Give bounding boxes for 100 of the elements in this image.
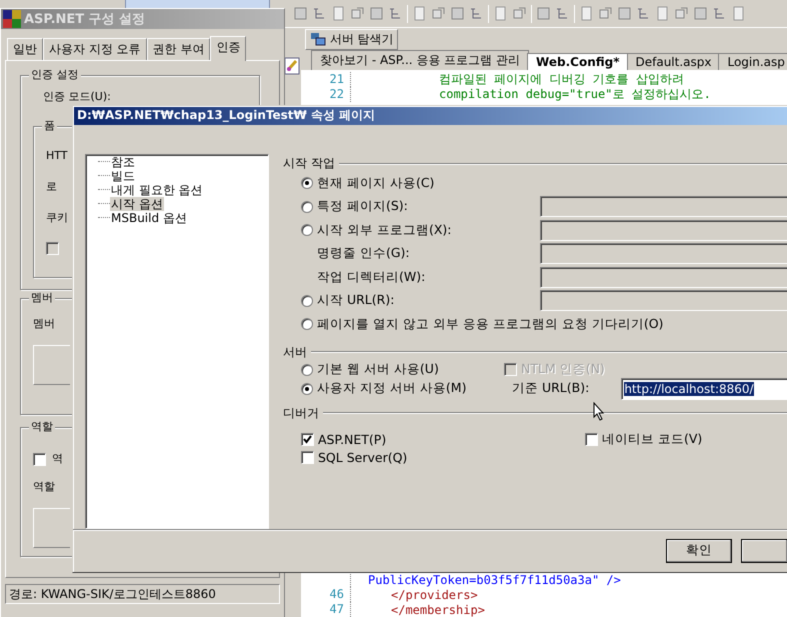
toolbar-icon[interactable] <box>636 6 651 21</box>
panel-button[interactable] <box>33 345 70 385</box>
code-line: </membership> <box>390 602 485 616</box>
section-title: 디버거 <box>283 404 319 422</box>
toolbar-icon[interactable] <box>369 6 384 21</box>
document-tab[interactable]: 찾아보기 - ASP... 응용 프로그램 관리 <box>311 50 530 70</box>
radio-button[interactable] <box>301 200 313 213</box>
code-line: </providers> <box>390 588 478 602</box>
checkbox-label: 네이티브 코드(V) <box>602 431 702 448</box>
toolbar-icon[interactable] <box>350 6 365 21</box>
app-logo-icon <box>3 10 21 28</box>
server-icon <box>310 32 326 46</box>
field-label: 기준 URL(B): <box>512 380 590 398</box>
toolbar-icon[interactable] <box>431 6 446 21</box>
option-label: 시작 외부 프로그램(X): <box>317 222 452 239</box>
checkbox-label: 역 <box>52 452 63 466</box>
toolbar-icon[interactable] <box>388 6 403 21</box>
checkbox[interactable] <box>33 452 46 466</box>
group-title: 인증 설정 <box>29 68 80 82</box>
line-number: 22 <box>301 87 351 102</box>
toolbar-icon[interactable] <box>731 6 746 21</box>
line-number: 47 <box>301 602 351 617</box>
tree-item[interactable]: 참조 <box>110 154 136 169</box>
toolbar-icon[interactable] <box>493 6 508 21</box>
input-field[interactable] <box>540 266 787 288</box>
field-label: 역할 <box>33 480 55 494</box>
field-label: HTT <box>46 149 68 163</box>
toolbar-icon[interactable] <box>655 6 670 21</box>
tree-item[interactable]: 시작 옵션 <box>110 196 164 211</box>
group-title: 폼 <box>42 119 57 133</box>
tree-item[interactable]: 내게 필요한 옵션 <box>110 182 204 197</box>
line-number: 21 <box>301 72 351 87</box>
status-bar: 경로: KWANG-SIK/로그인테스트8860 <box>5 584 280 604</box>
document-tab[interactable]: Web.Config* <box>527 53 628 70</box>
group-title: 멤버 <box>29 291 55 305</box>
toolbar-icon[interactable] <box>555 6 570 21</box>
tab[interactable]: 사용자 지정 오류 <box>43 38 147 60</box>
checkbox-label: ASP.NET(P) <box>318 432 386 448</box>
url-text: http://localhost:8860/ <box>624 382 754 396</box>
check-icon <box>303 435 312 444</box>
toolbar-icon[interactable] <box>512 6 527 21</box>
checkbox[interactable] <box>301 451 314 464</box>
option-label: 사용자 지정 서버 사용(M) <box>317 380 466 398</box>
toolbar-icon[interactable] <box>693 6 708 21</box>
option-label: 시작 URL(R): <box>317 292 394 310</box>
input-field[interactable] <box>540 290 787 312</box>
toolbar-icon[interactable] <box>450 6 465 21</box>
section-title: 서버 <box>283 344 307 361</box>
toolbar-icon[interactable] <box>674 6 689 21</box>
panel-button[interactable] <box>33 508 70 548</box>
tab[interactable]: 일반 <box>7 38 43 60</box>
toolbar-icon[interactable] <box>617 6 632 21</box>
radio-button[interactable] <box>301 224 313 236</box>
toolbar-icon[interactable] <box>579 6 594 21</box>
toolbar-icon[interactable] <box>536 6 551 21</box>
document-tab[interactable]: Default.aspx <box>626 53 720 70</box>
field-label: 멤버 <box>33 317 55 331</box>
tab[interactable]: 인증 <box>210 36 246 61</box>
input-field[interactable] <box>540 220 787 241</box>
toolbar-icon[interactable] <box>412 6 427 21</box>
ok-button[interactable]: 확인 <box>666 538 732 563</box>
url-field[interactable]: http://localhost:8860/ <box>621 378 787 400</box>
option-label: 특정 페이지(S): <box>317 198 408 216</box>
group-title: 역할 <box>29 420 55 434</box>
tree-item[interactable]: 빌드 <box>110 168 136 183</box>
field-label: 로 <box>46 180 57 194</box>
tree-item[interactable]: MSBuild 옵션 <box>110 210 188 225</box>
toolbar-icon[interactable] <box>598 6 613 21</box>
toolbar-icon[interactable] <box>312 6 327 21</box>
option-label: 페이지를 열지 않고 외부 응용 프로그램의 요청 기다리기(O) <box>317 316 664 333</box>
option-label: 기본 웹 서버 사용(U) <box>317 361 439 378</box>
toolbar-icon[interactable] <box>469 6 484 21</box>
toolbox-icon[interactable] <box>283 56 301 76</box>
radio-button[interactable] <box>301 318 313 330</box>
option-label: 명령줄 인수(G): <box>317 245 410 262</box>
line-number: 46 <box>301 587 351 602</box>
code-line: compilation debug="true"로 설정하십시오. <box>438 86 711 103</box>
input-field[interactable] <box>540 196 787 218</box>
checkbox-label: SQL Server(Q) <box>318 450 408 466</box>
checkbox[interactable] <box>585 433 598 446</box>
server-explorer-button[interactable]: 서버 탐색기 <box>305 28 398 50</box>
option-label: 작업 디렉터리(W): <box>317 268 426 286</box>
window-title: ASP.NET 구성 설정 <box>24 11 146 28</box>
radio-button[interactable] <box>301 382 313 395</box>
toolbar-icon[interactable] <box>712 6 727 21</box>
code-line: PublicKeyToken=b03f5f7f11d50a3a" /> <box>367 572 621 586</box>
code-line: 컴파일된 페이지에 디버깅 기호를 삽입하려 <box>438 71 684 88</box>
dialog-title: D:₩ASP.NET₩chap13_LoginTest₩ 속성 페이지 <box>74 107 787 125</box>
input-field[interactable] <box>540 243 787 264</box>
checkbox[interactable] <box>301 433 314 446</box>
field-label: 쿠키 <box>46 211 68 225</box>
radio-button[interactable] <box>301 364 313 376</box>
dialog-button[interactable] <box>741 538 787 563</box>
radio-button[interactable] <box>301 177 313 190</box>
radio-button[interactable] <box>301 294 313 307</box>
document-tab[interactable]: Login.asp <box>718 53 787 70</box>
mouse-cursor-icon <box>593 402 605 421</box>
toolbar-icon[interactable] <box>331 6 346 21</box>
field-label: 인증 모드(U): <box>43 90 111 104</box>
toolbar-icon[interactable] <box>293 6 308 21</box>
